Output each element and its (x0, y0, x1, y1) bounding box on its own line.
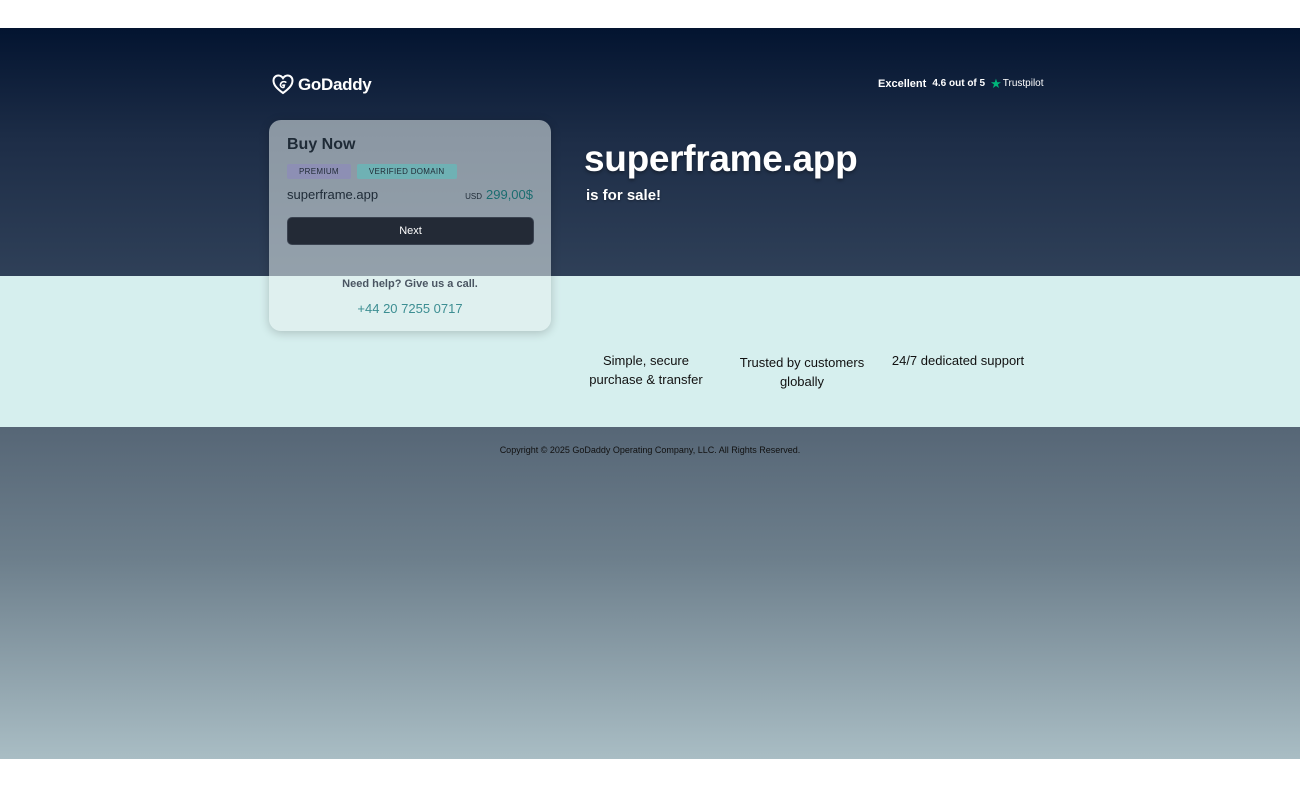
feature-secure-purchase: Simple, secure purchase & transfer (589, 353, 703, 387)
trustpilot-widget[interactable]: Excellent 4.6 out of 5 ★ Trustpilot (878, 77, 1044, 90)
card-domain-name: superframe.app (287, 187, 379, 202)
feature-support: 24/7 dedicated support (891, 353, 1025, 368)
page: GoDaddy Excellent 4.6 out of 5 ★ Trustpi… (0, 28, 1300, 759)
next-button[interactable]: Next (287, 217, 534, 245)
godaddy-logo[interactable]: GoDaddy (272, 74, 372, 95)
brand-name: GoDaddy (298, 74, 372, 94)
price-currency: USD (465, 192, 482, 201)
trustpilot-star-icon: ★ (990, 76, 1002, 91)
help-text: Need help? Give us a call. (342, 278, 478, 290)
premium-badge: PREMIUM (287, 164, 351, 179)
domain-headline: superframe.app (584, 138, 858, 179)
trustpilot-score: 4.6 out of 5 (932, 78, 986, 89)
trustpilot-rating: Excellent (878, 77, 927, 90)
card-price: USD 299,00$ (465, 187, 533, 202)
copyright-text: Copyright © 2025 GoDaddy Operating Compa… (499, 445, 801, 455)
buy-now-card: Buy Now PREMIUM VERIFIED DOMAIN superfra… (269, 120, 551, 331)
price-amount: 299,00$ (486, 187, 533, 202)
feature-trusted-customers: Trusted by customers globally (739, 355, 865, 389)
verified-domain-badge: VERIFIED DOMAIN (356, 164, 457, 179)
phone-link[interactable]: +44 20 7255 0717 (269, 301, 551, 316)
for-sale-subtitle: is for sale! (586, 187, 662, 204)
card-title: Buy Now (287, 136, 356, 153)
godaddy-heart-logo-icon (272, 74, 294, 95)
hero-section: GoDaddy Excellent 4.6 out of 5 ★ Trustpi… (0, 28, 1300, 276)
trustpilot-name: Trustpilot (1002, 78, 1044, 89)
footer-section: Copyright © 2025 GoDaddy Operating Compa… (0, 427, 1300, 759)
badge-row: PREMIUM VERIFIED DOMAIN (287, 164, 457, 179)
